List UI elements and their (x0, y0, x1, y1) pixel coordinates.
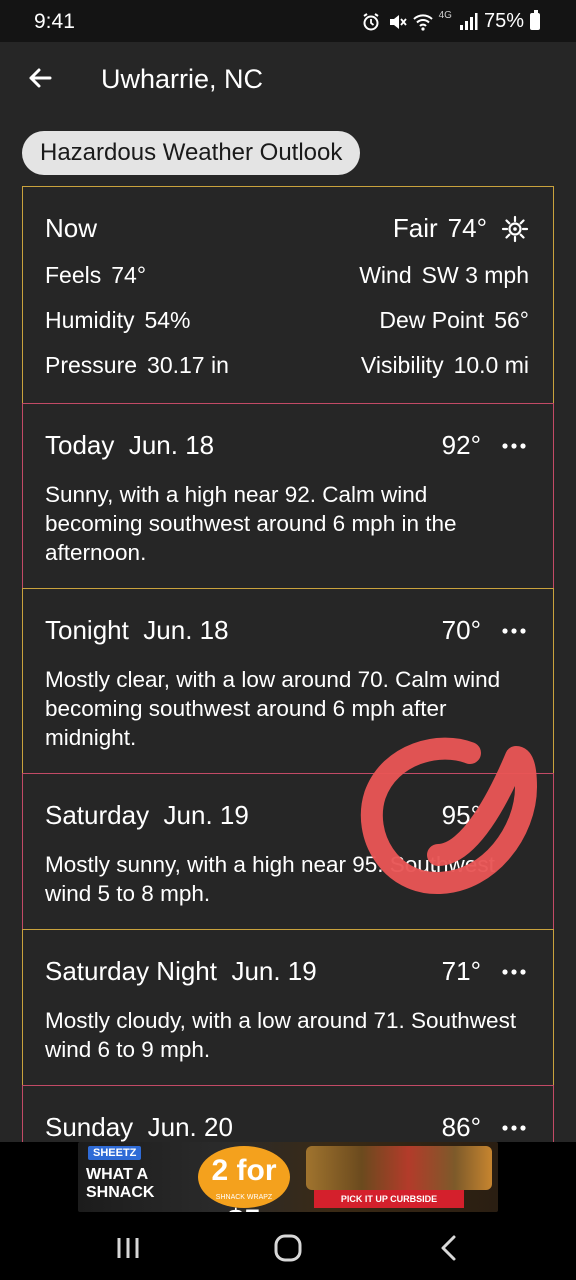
location-title: Uwharrie, NC (101, 64, 264, 94)
network-label: 4G (438, 10, 452, 21)
period-date: Jun. 20 (147, 1112, 233, 1142)
ad-subtitle: SHNACK WRAPZ (215, 1194, 273, 1201)
status-time: 9:41 (34, 10, 75, 33)
period-date: Jun. 19 (163, 800, 249, 830)
pressure-visibility-row: Pressure 30.17 in Visibility 10.0 mi (45, 352, 529, 379)
status-bar: 9:41 4G 75% (0, 0, 576, 42)
period-name: Saturday Night (45, 956, 217, 986)
pressure-value: 30.17 in (147, 352, 229, 378)
period-description: Sunny, with a high near 92. Calm wind be… (45, 482, 457, 565)
feels-value: 74° (111, 262, 147, 288)
forecast-card-saturday[interactable]: Saturday Jun. 19 95° Mostly sunny, with … (22, 773, 554, 930)
period-name: Tonight (45, 615, 129, 645)
humidity-label: Humidity (45, 307, 135, 333)
current-condition: Fair (392, 213, 438, 243)
period-description: Mostly sunny, with a high near 95. South… (45, 852, 495, 906)
humidity-dew-row: Humidity 54% Dew Point 56° (45, 307, 529, 334)
period-date: Jun. 18 (128, 430, 215, 460)
current-temp: 74° (447, 213, 487, 243)
pressure-label: Pressure (45, 352, 138, 378)
status-icons: 4G 75% (361, 10, 540, 33)
dew-point-value: 56° (494, 307, 529, 333)
period-temp: 86° (441, 1112, 481, 1142)
ad-food-image (306, 1146, 492, 1190)
forecast-list[interactable]: Now Fair 74° Feels 74° Wind SW 3 mph Hum… (22, 186, 554, 1142)
alarm-icon (363, 12, 379, 30)
forecast-card-sunday[interactable]: Sunday Jun. 20 86° (22, 1085, 554, 1142)
back-arrow-icon[interactable] (24, 62, 56, 94)
ad-area: SHEETZ WHAT A SHNACK 2 for $5 SHNACK WRA… (0, 1142, 576, 1216)
period-date: Jun. 18 (143, 615, 229, 645)
wind-label: Wind (359, 262, 412, 288)
signal-icon (459, 12, 478, 30)
more-options-icon[interactable] (499, 1118, 529, 1138)
sun-icon (501, 215, 529, 242)
forecast-card-today[interactable]: Today Jun. 18 92° Sunny, with a high nea… (22, 403, 554, 589)
wifi-icon (412, 13, 433, 31)
ad-banner[interactable]: SHEETZ WHAT A SHNACK 2 for $5 SHNACK WRA… (78, 1142, 498, 1212)
current-conditions-card: Now Fair 74° Feels 74° Wind SW 3 mph Hum… (22, 186, 554, 404)
period-name: Today (45, 430, 115, 460)
more-options-icon[interactable] (499, 621, 529, 641)
app-header: Uwharrie, NC (0, 42, 576, 122)
ad-headline: WHAT A SHNACK (86, 1166, 155, 1201)
battery-icon (530, 10, 540, 30)
period-name: Sunday (45, 1112, 134, 1142)
recent-apps-icon[interactable] (112, 1234, 144, 1262)
ad-cta: PICK IT UP CURBSIDE (314, 1190, 464, 1208)
system-nav-bar (0, 1216, 576, 1280)
period-date: Jun. 19 (231, 956, 317, 986)
period-temp: 92° (441, 430, 481, 460)
period-temp: 71° (441, 956, 481, 986)
dew-point-label: Dew Point (379, 307, 485, 333)
period-description: Mostly cloudy, with a low around 71. Sou… (45, 1008, 517, 1062)
period-description: Mostly clear, with a low around 70. Calm… (45, 667, 501, 750)
more-options-icon[interactable] (499, 436, 529, 456)
now-row: Now Fair 74° (45, 213, 529, 244)
mute-icon (389, 14, 407, 29)
visibility-value: 10.0 mi (453, 352, 529, 378)
period-temp: 70° (441, 615, 481, 645)
feels-wind-row: Feels 74° Wind SW 3 mph (45, 262, 529, 289)
home-icon[interactable] (272, 1234, 304, 1262)
ad-brand-logo: SHEETZ (88, 1146, 142, 1160)
battery-percent: 75% (483, 10, 524, 32)
humidity-value: 54% (144, 307, 191, 333)
forecast-card-saturday-night[interactable]: Saturday Night Jun. 19 71° Mostly cloudy… (22, 929, 554, 1086)
visibility-label: Visibility (360, 352, 444, 378)
feels-label: Feels (45, 262, 102, 288)
back-icon[interactable] (434, 1234, 466, 1262)
more-options-icon[interactable] (499, 962, 529, 982)
now-label: Now (45, 213, 98, 243)
hazardous-outlook-button[interactable]: Hazardous Weather Outlook (22, 131, 361, 175)
period-temp: 95° (441, 800, 481, 830)
forecast-card-tonight[interactable]: Tonight Jun. 18 70° Mostly clear, with a… (22, 588, 554, 774)
period-name: Saturday (45, 800, 150, 830)
wind-value: SW 3 mph (421, 262, 529, 288)
